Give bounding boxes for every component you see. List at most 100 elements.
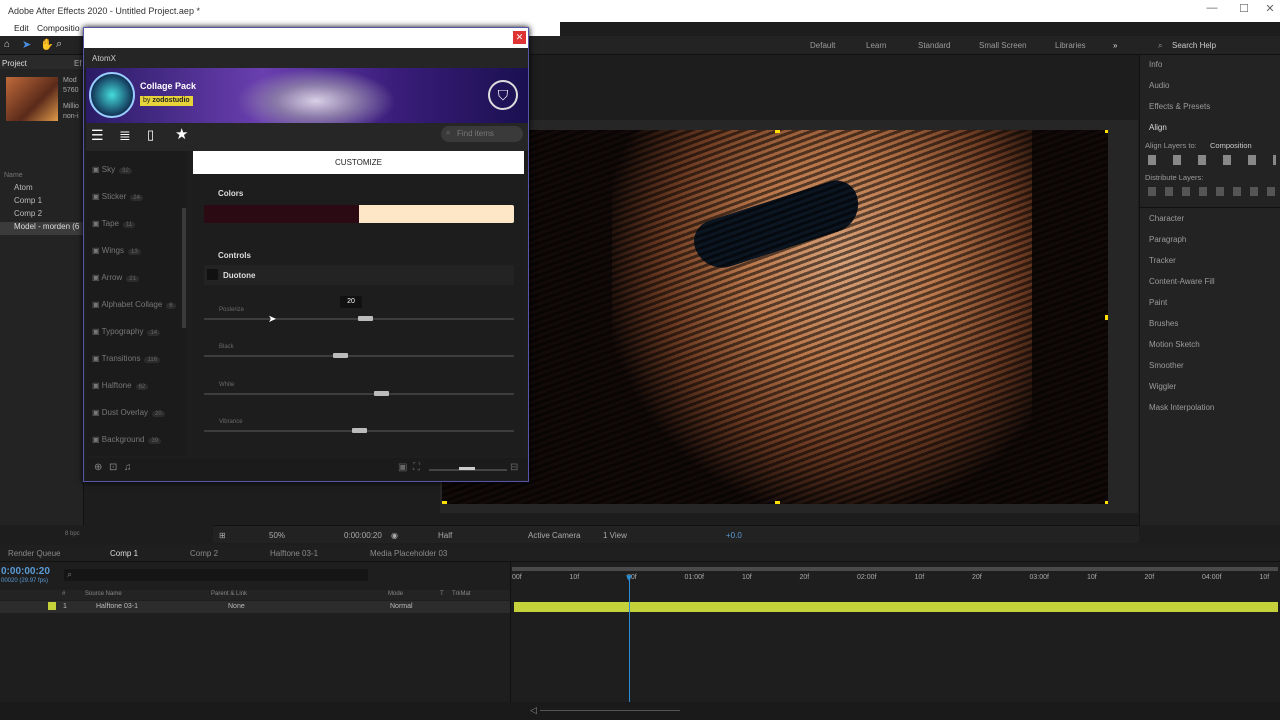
zoom-tool-icon[interactable]: ⌕ xyxy=(56,38,62,51)
search-help-input[interactable]: Search Help xyxy=(1172,41,1216,50)
effects-tab[interactable]: Ef xyxy=(74,59,82,68)
category-item[interactable]: ▣ Wings 13 xyxy=(92,246,141,255)
vibrance-slider[interactable] xyxy=(204,428,514,433)
timecode[interactable]: 0:00:00:20 xyxy=(1,566,50,577)
category-item[interactable]: ▣ Dust Overlay 20 xyxy=(92,408,165,417)
mode-select[interactable]: Normal xyxy=(390,603,413,610)
close-window-button[interactable]: ✕ xyxy=(1250,2,1280,20)
panel-effects-presets[interactable]: Effects & Presets xyxy=(1149,102,1210,111)
atomx-tab[interactable]: AtomX xyxy=(92,54,116,63)
category-item[interactable]: ▣ Sticker 24 xyxy=(92,192,143,201)
target-icon[interactable]: ⊕ xyxy=(94,462,102,473)
find-items-search[interactable]: ⌕ Find items xyxy=(441,126,523,142)
white-slider[interactable] xyxy=(204,391,514,396)
more-workspaces-icon[interactable]: » xyxy=(1113,41,1117,50)
current-time[interactable]: 0:00:00:20 xyxy=(344,531,382,540)
tab-render-queue[interactable]: Render Queue xyxy=(8,549,60,558)
parent-select[interactable]: None xyxy=(228,603,245,610)
menu-composition[interactable]: Compositio xyxy=(37,23,80,33)
panel-mask-interpolation[interactable]: Mask Interpolation xyxy=(1149,403,1214,412)
playhead-marker-icon[interactable]: ▼ xyxy=(624,573,634,584)
workspace-standard[interactable]: Standard xyxy=(918,41,950,50)
zoom-select[interactable]: 50% xyxy=(269,531,285,540)
tab-comp-1[interactable]: Comp 1 xyxy=(110,549,138,558)
align-buttons[interactable] xyxy=(1148,155,1276,165)
slider-knob[interactable] xyxy=(373,391,389,396)
exposure-value[interactable]: +0.0 xyxy=(726,531,742,540)
sliders-icon[interactable]: ☰ xyxy=(91,127,104,144)
panel-wiggler[interactable]: Wiggler xyxy=(1149,382,1176,391)
category-item[interactable]: ▣ Arrow 21 xyxy=(92,273,139,282)
zoom-out-icon[interactable]: ◁ xyxy=(530,705,537,716)
expand-icon[interactable]: ⛶ xyxy=(413,462,420,473)
posterize-slider[interactable] xyxy=(204,316,514,321)
composition-image[interactable] xyxy=(442,130,1108,504)
panel-paragraph[interactable]: Paragraph xyxy=(1149,235,1186,244)
panel-info[interactable]: Info xyxy=(1149,60,1162,69)
music-icon[interactable]: ♫ xyxy=(124,462,132,473)
playhead[interactable] xyxy=(629,576,630,704)
workspace-libraries[interactable]: Libraries xyxy=(1055,41,1086,50)
tab-halftone[interactable]: Halftone 03-1 xyxy=(270,549,318,558)
workspace-small-screen[interactable]: Small Screen xyxy=(979,41,1027,50)
timeline-search[interactable]: ⌕ xyxy=(64,569,368,581)
panel-audio[interactable]: Audio xyxy=(1149,81,1169,90)
category-scrollbar[interactable] xyxy=(182,208,186,328)
resolution-select[interactable]: Half xyxy=(438,531,452,540)
panel-tracker[interactable]: Tracker xyxy=(1149,256,1176,265)
shop-bag-icon[interactable]: ⛉ xyxy=(488,80,518,110)
project-item[interactable]: Comp 1 xyxy=(0,196,84,209)
project-item[interactable]: Model - morden (6 xyxy=(0,222,84,235)
panel-brushes[interactable]: Brushes xyxy=(1149,319,1178,328)
align-to-select[interactable]: Composition xyxy=(1210,141,1252,150)
work-area-bar[interactable] xyxy=(512,567,1278,571)
panel-smoother[interactable]: Smoother xyxy=(1149,361,1184,370)
slider-knob[interactable] xyxy=(333,353,349,358)
black-slider[interactable] xyxy=(204,353,514,358)
category-item[interactable]: ▣ Halftone 62 xyxy=(92,381,149,390)
search-help-icon[interactable]: ⌕ xyxy=(1158,41,1162,51)
workspace-learn[interactable]: Learn xyxy=(866,41,886,50)
category-item[interactable]: ▣ Tape 11 xyxy=(92,219,136,228)
category-item[interactable]: ▣ Typography 14 xyxy=(92,327,161,336)
hand-tool-icon[interactable]: ✋ xyxy=(40,38,54,51)
resize-icon[interactable]: ⊟ xyxy=(510,462,518,473)
effect-row[interactable]: Duotone xyxy=(204,265,514,285)
size-slider[interactable] xyxy=(429,467,507,471)
workspace-default[interactable]: Default xyxy=(810,41,835,50)
category-item[interactable]: ▣ Background 39 xyxy=(92,435,162,444)
category-item[interactable]: ▣ Alphabet Collage 6 xyxy=(92,300,176,309)
home-icon[interactable]: ⌂ xyxy=(4,39,10,50)
tab-media-placeholder[interactable]: Media Placeholder 03 xyxy=(370,549,447,558)
project-item[interactable]: Comp 2 xyxy=(0,209,84,222)
camera-icon[interactable]: ◉ xyxy=(391,531,398,540)
camera-select[interactable]: Active Camera xyxy=(528,531,580,540)
project-item[interactable]: Atom xyxy=(0,183,84,196)
category-item[interactable]: ▣ Sky 32 xyxy=(92,165,132,174)
layer-name[interactable]: Halftone 03-1 xyxy=(96,603,138,610)
view-layout-select[interactable]: 1 View xyxy=(603,531,627,540)
selection-tool-icon[interactable]: ➤ xyxy=(22,38,31,51)
lock-icon[interactable]: ▣ xyxy=(398,462,407,473)
panel-content-aware-fill[interactable]: Content-Aware Fill xyxy=(1149,277,1215,286)
panel-align[interactable]: Align xyxy=(1149,123,1167,132)
project-tab[interactable]: Project xyxy=(2,59,27,68)
zoom-slider[interactable] xyxy=(540,710,680,711)
panel-paint[interactable]: Paint xyxy=(1149,298,1167,307)
slider-knob[interactable] xyxy=(352,428,367,433)
list-icon[interactable]: ≣ xyxy=(119,127,131,144)
bit-depth[interactable]: 8 bpc xyxy=(65,531,80,537)
distribute-buttons[interactable] xyxy=(1148,187,1276,196)
layer-icon[interactable]: ⊡ xyxy=(109,462,117,473)
menu-edit[interactable]: Edit xyxy=(14,23,29,33)
panel-character[interactable]: Character xyxy=(1149,214,1184,223)
tab-comp-2[interactable]: Comp 2 xyxy=(190,549,218,558)
close-icon[interactable]: ✕ xyxy=(513,31,526,44)
layer-row[interactable]: 1 Halftone 03-1 None Normal xyxy=(0,601,510,613)
slider-knob[interactable] xyxy=(358,316,374,321)
effect-checkbox[interactable] xyxy=(207,269,218,280)
document-icon[interactable]: ▯ xyxy=(147,127,154,143)
grid-icon[interactable]: ⊞ xyxy=(219,531,226,540)
panel-motion-sketch[interactable]: Motion Sketch xyxy=(1149,340,1200,349)
star-icon[interactable]: ★ xyxy=(175,125,188,143)
